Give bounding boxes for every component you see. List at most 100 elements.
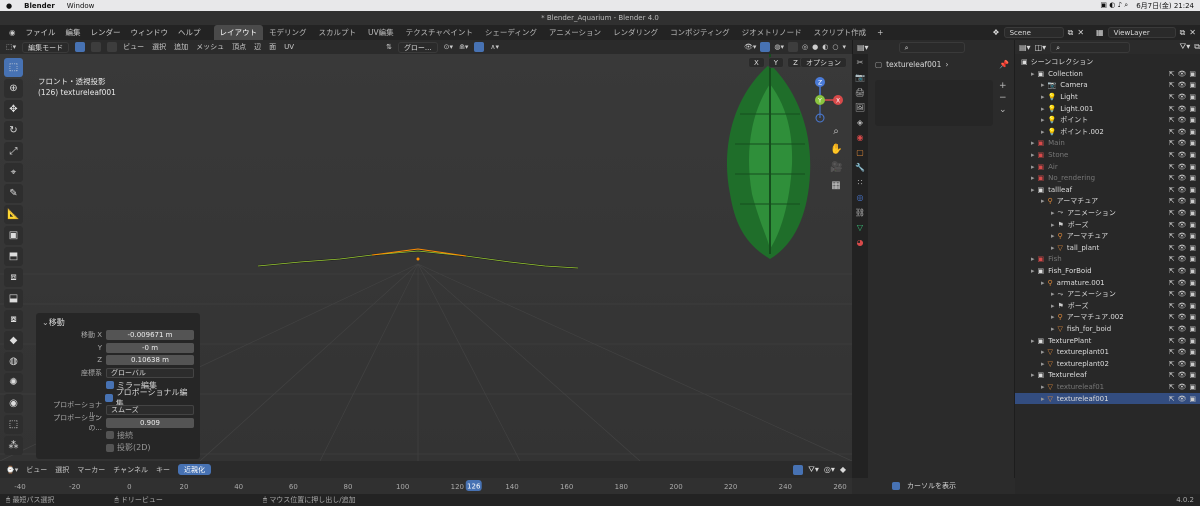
viewport-menu-2[interactable]: 追加 <box>174 42 188 52</box>
render-camera-icon[interactable]: ▣ <box>1189 232 1196 240</box>
new-collection-icon[interactable]: ⧉ <box>1194 42 1200 52</box>
selectable-icon[interactable]: ⇱ <box>1169 186 1175 194</box>
render-camera-icon[interactable]: ▣ <box>1189 395 1196 403</box>
constraints-tab-icon[interactable]: ⛓ <box>854 207 866 219</box>
eye-icon[interactable]: 👁 <box>1177 244 1186 252</box>
measure-tool-icon[interactable]: 📐 <box>4 205 23 224</box>
selectable-icon[interactable]: ⇱ <box>1169 232 1175 240</box>
data-tab-icon[interactable]: ▽ <box>854 222 866 234</box>
render-camera-icon[interactable]: ▣ <box>1189 337 1196 345</box>
axis-x-button[interactable]: X <box>748 57 765 68</box>
workspace-tab-1[interactable]: モデリング <box>263 25 313 40</box>
disclosure-arrow-icon[interactable]: ▸ <box>1041 93 1045 101</box>
list-menu-icon[interactable]: ⌄ <box>999 104 1007 116</box>
add-cube-tool-icon[interactable]: ▣ <box>4 226 23 245</box>
rendered-shading-icon[interactable]: ○ <box>832 43 838 51</box>
viewlayer-icon[interactable]: ▦ <box>1096 28 1104 37</box>
selectable-icon[interactable]: ⇱ <box>1169 255 1175 263</box>
render-camera-icon[interactable]: ▣ <box>1189 348 1196 356</box>
outliner-row[interactable]: ▸ ▣ Fish ⇱ 👁 ▣ <box>1015 254 1200 266</box>
proportional-timeline-icon[interactable]: ◎▾ <box>824 465 835 475</box>
eye-icon[interactable]: 👁 <box>1177 116 1186 124</box>
viewport-menu-6[interactable]: 面 <box>269 42 276 52</box>
outliner-row[interactable]: ▸ ▣ Stone ⇱ 👁 ▣ <box>1015 149 1200 161</box>
selectable-icon[interactable]: ⇱ <box>1169 105 1175 113</box>
timeline[interactable]: -40 -20 0 20 40 60 80 100 120 140 160 180 200 220 240 2… <box>0 478 852 494</box>
disclosure-arrow-icon[interactable]: ▸ <box>1041 128 1045 136</box>
keyframe-icon[interactable]: ◆ <box>840 465 846 475</box>
proportional-edit-icon[interactable] <box>474 42 485 52</box>
viewport-menu-3[interactable]: メッシュ <box>196 42 224 52</box>
eye-icon[interactable]: 👁 <box>1177 290 1186 298</box>
outliner-row[interactable]: ▸ ▣ Fish_ForBoid ⇱ 👁 ▣ <box>1015 265 1200 277</box>
orientation-icon[interactable]: ⇅ <box>386 43 392 51</box>
disclosure-arrow-icon[interactable]: ▸ <box>1051 209 1055 217</box>
render-camera-icon[interactable]: ▣ <box>1189 105 1196 113</box>
outliner-row[interactable]: ▸ 💡 Light.001 ⇱ 👁 ▣ <box>1015 103 1200 115</box>
scene-selector[interactable]: Scene <box>1003 27 1064 38</box>
menu-2[interactable]: レンダー <box>86 25 126 40</box>
snap-toggle[interactable]: 近親化 <box>178 464 212 475</box>
render-camera-icon[interactable]: ▣ <box>1189 290 1196 298</box>
show-cursor-checkbox[interactable] <box>892 482 900 490</box>
disclosure-arrow-icon[interactable]: ▸ <box>1031 255 1035 263</box>
workspace-tab-3[interactable]: UV編集 <box>362 25 400 40</box>
viewport-menu-1[interactable]: 選択 <box>152 42 166 52</box>
particles-tab-icon[interactable]: ∷ <box>854 177 866 189</box>
outliner-editor-type-icon[interactable]: ▤▾ <box>1019 43 1031 52</box>
eye-icon[interactable]: 👁 <box>1177 197 1186 205</box>
loopcut-tool-icon[interactable]: ⧇ <box>4 310 23 329</box>
outliner-row[interactable]: ▸ ⚑ ポーズ ⇱ 👁 ▣ <box>1015 219 1200 231</box>
outliner-row[interactable]: ▸ ▣ No_rendering ⇱ 👁 ▣ <box>1015 172 1200 184</box>
render-camera-icon[interactable]: ▣ <box>1189 244 1196 252</box>
render-camera-icon[interactable]: ▣ <box>1189 197 1196 205</box>
app-menu[interactable]: Blender <box>24 2 55 10</box>
outliner-row[interactable]: ▸ ⚲ アーマチュア ⇱ 👁 ▣ <box>1015 196 1200 208</box>
outliner-row[interactable]: ▸ ⚲ アーマチュア.002 ⇱ 👁 ▣ <box>1015 312 1200 324</box>
cursor-tool-icon[interactable]: ⊕ <box>4 79 23 98</box>
editor-type-icon[interactable]: ⬚▾ <box>6 43 16 51</box>
menu-3[interactable]: ウィンドウ <box>126 25 174 40</box>
disclosure-arrow-icon[interactable]: ▸ <box>1051 313 1055 321</box>
output-tab-icon[interactable]: 🖨 <box>854 87 866 99</box>
outliner-row[interactable]: ▸ ▽ textureplant01 ⇱ 👁 ▣ <box>1015 346 1200 358</box>
disclosure-arrow-icon[interactable]: ▸ <box>1041 360 1045 368</box>
workspace-tab-0[interactable]: レイアウト <box>213 25 264 40</box>
render-camera-icon[interactable]: ▣ <box>1189 128 1196 136</box>
eye-icon[interactable]: 👁 <box>1177 255 1186 263</box>
workspace-tab-2[interactable]: スカルプト <box>313 25 363 40</box>
disclosure-arrow-icon[interactable]: ▸ <box>1041 348 1045 356</box>
eye-icon[interactable]: 👁 <box>1177 395 1186 403</box>
render-camera-icon[interactable]: ▣ <box>1189 186 1196 194</box>
add-item-icon[interactable]: + <box>999 80 1007 92</box>
edge-select-icon[interactable] <box>91 42 102 52</box>
world-tab-icon[interactable]: ◉ <box>854 132 866 144</box>
polybuild-tool-icon[interactable]: ◍ <box>4 352 23 371</box>
move-x-field[interactable]: -0.009671 m <box>106 330 194 340</box>
prop-size-field[interactable]: 0.909 <box>106 417 194 428</box>
remove-viewlayer-icon[interactable]: ✕ <box>1189 28 1196 37</box>
menu-0[interactable]: ファイル <box>21 25 61 40</box>
disclosure-arrow-icon[interactable]: ▸ <box>1031 371 1035 379</box>
filter-icon[interactable]: ⛛▾ <box>1180 42 1191 52</box>
pan-hand-icon[interactable]: ✋ <box>830 144 842 156</box>
selectable-icon[interactable]: ⇱ <box>1169 279 1175 287</box>
workspace-tab-6[interactable]: アニメーション <box>543 25 607 40</box>
eye-icon[interactable]: 👁 <box>1177 337 1186 345</box>
render-camera-icon[interactable]: ▣ <box>1189 81 1196 89</box>
disclosure-arrow-icon[interactable]: ▸ <box>1051 290 1055 298</box>
outliner-row[interactable]: ▸ 📷 Camera ⇱ 👁 ▣ <box>1015 80 1200 92</box>
outliner-row[interactable]: ▸ 💡 ポイント ⇱ 👁 ▣ <box>1015 114 1200 126</box>
eye-icon[interactable]: 👁 <box>1177 302 1186 310</box>
render-camera-icon[interactable]: ▣ <box>1189 93 1196 101</box>
proportional-checkbox[interactable] <box>104 393 113 402</box>
selectable-icon[interactable]: ⇱ <box>1169 302 1175 310</box>
eye-icon[interactable]: 👁 <box>1177 267 1186 275</box>
eye-icon[interactable]: 👁 <box>1177 105 1186 113</box>
selectable-icon[interactable]: ⇱ <box>1169 70 1175 78</box>
render-camera-icon[interactable]: ▣ <box>1189 221 1196 229</box>
move-tool-icon[interactable]: ✥ <box>4 100 23 119</box>
projected-checkbox[interactable] <box>106 443 114 452</box>
disclosure-arrow-icon[interactable]: ▸ <box>1051 221 1055 229</box>
timeline-menu-4[interactable]: キー <box>156 465 170 475</box>
